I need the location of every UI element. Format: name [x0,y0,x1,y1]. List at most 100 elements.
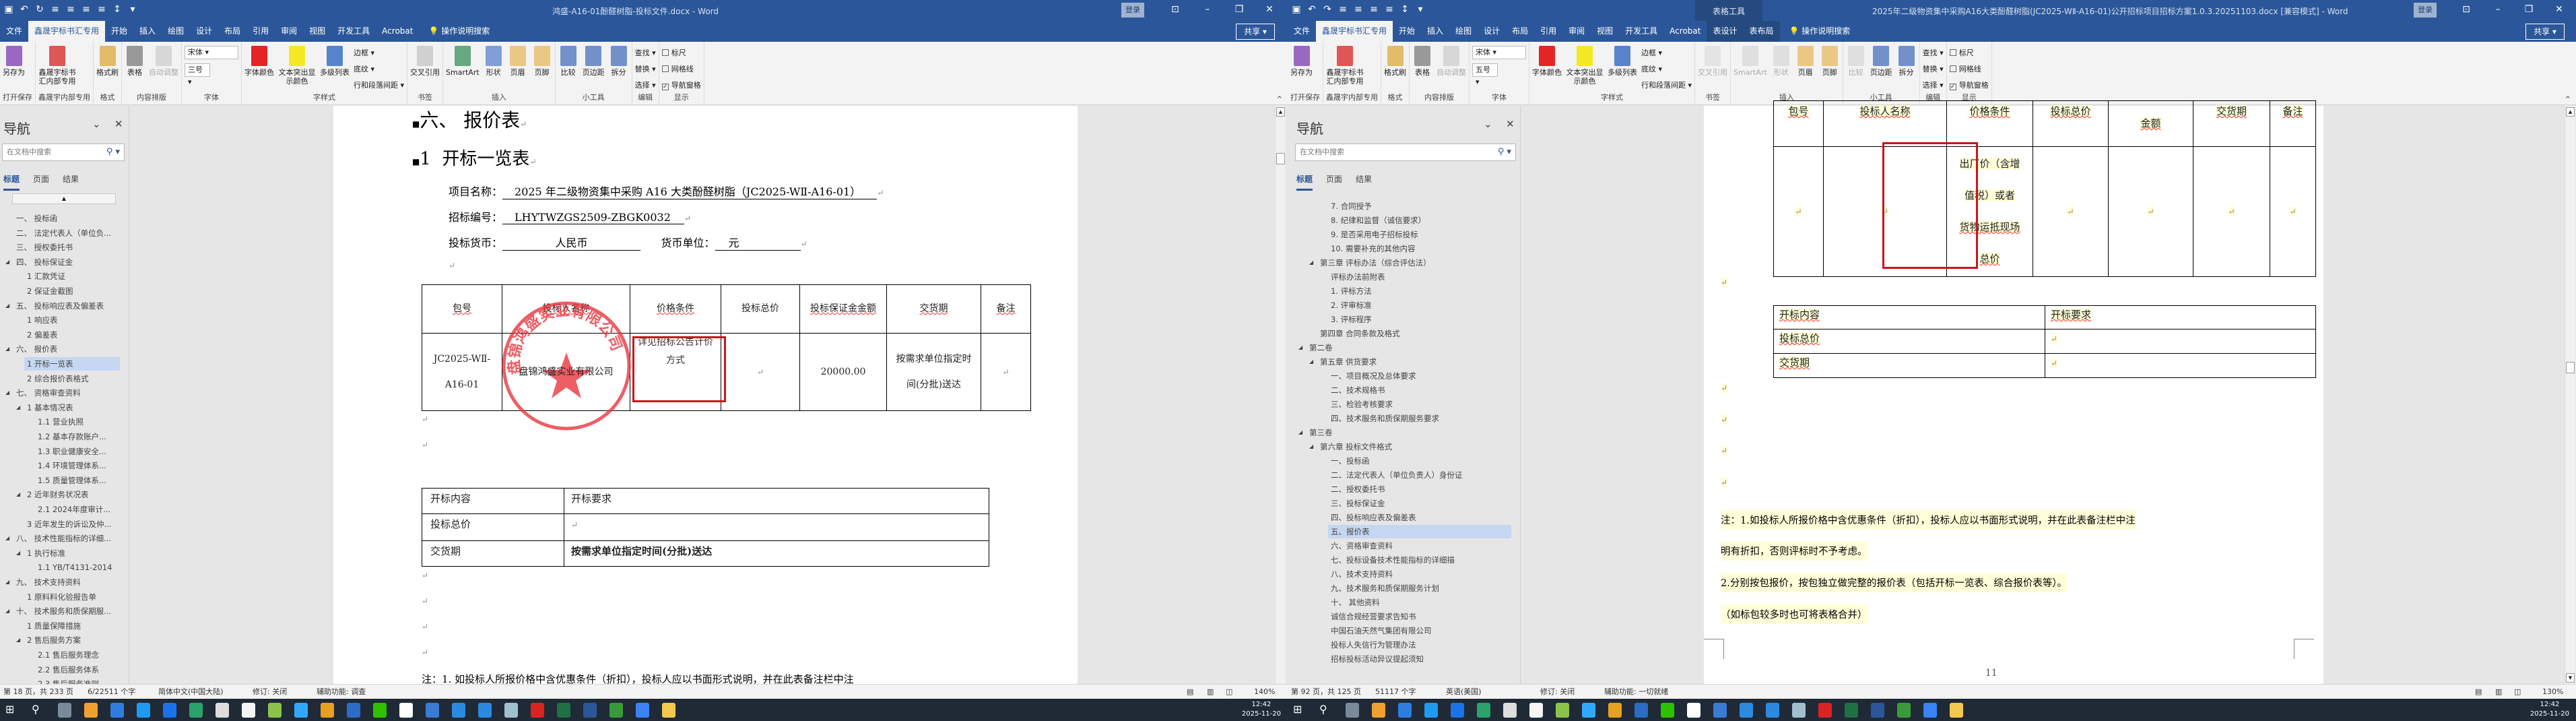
ribbon-button-0-0[interactable]: 另存为 [3,46,25,92]
acrobat-icon[interactable] [531,703,544,718]
app-search-icon[interactable] [452,703,465,718]
ribbon-button-8-2[interactable]: 拆分 [609,46,629,92]
app-glass-icon[interactable] [504,703,518,718]
ribbon-button-5-1[interactable]: 文本突出显示颜色 [278,46,316,92]
expand-triangle-icon[interactable]: ◢ [1298,344,1302,350]
wechat-icon[interactable] [1661,703,1674,718]
ribbon-button-5-2[interactable]: 多级列表 [320,46,350,92]
document-icon[interactable] [242,703,255,718]
app-orange-icon[interactable] [1372,703,1385,718]
nav-options-icon[interactable]: ⌄ [1484,118,1492,130]
align-icon[interactable]: ≡ [1369,4,1379,15]
save-icon[interactable]: ▣ [4,4,13,15]
nav-heading-item[interactable]: 十、 其他资料 [1328,596,1380,609]
nav-heading-item[interactable]: 二、 法定代表人（单位负... [13,226,111,240]
wechat-icon[interactable] [373,703,387,718]
checkbox-icon[interactable]: ✓ [661,84,669,90]
nav-search-input[interactable]: 在文档中搜索 ⚲ ▾ [2,144,125,161]
nav-heading-item[interactable]: 第三章 评标办法（综合评估法） [1317,256,1431,270]
nav-heading-item[interactable]: 四、投标响应表及偏差表 [1328,511,1416,524]
ribbon-button-7-2[interactable]: 页眉 [1795,46,1816,92]
redo-icon[interactable]: ↻ [35,4,44,15]
save-icon[interactable]: ▣ [1292,4,1301,15]
tab-6[interactable]: 布局 [218,21,246,42]
tab-context-0[interactable]: 表设计 [1707,21,1744,42]
nav-heading-item[interactable]: 第六章 投标文件格式 [1317,440,1392,453]
ribbon-small-button-2[interactable]: 行和段落间距 ▾ [1641,80,1692,90]
checkbox-icon[interactable] [1949,49,1956,56]
folder-icon[interactable] [662,703,675,718]
checkbox-1[interactable]: 网格线 [661,63,701,74]
tab-10[interactable]: 开发工具 [1619,21,1663,42]
tab-0[interactable]: 文件 [0,21,28,42]
app-circle-icon[interactable] [1451,703,1464,718]
align-icon[interactable]: ≡ [1385,4,1394,15]
nav-heading-item[interactable]: 1.2 基本存款账户... [35,430,106,443]
nav-heading-item[interactable]: 评标办法前附表 [1328,270,1385,284]
expand-triangle-icon[interactable]: ◢ [5,608,9,614]
nav-heading-item[interactable]: 2.1 2024年度审计... [35,503,110,516]
ribbon-button-5-2[interactable]: 多级列表 [1608,46,1637,92]
photoshop-icon[interactable] [1582,703,1595,718]
expand-triangle-icon[interactable]: ◢ [5,346,9,352]
app-green-icon[interactable] [189,703,203,718]
line-spacing-icon[interactable]: ↕ [112,4,122,15]
qq-icon[interactable] [399,703,413,718]
ribbon-small-button-2[interactable]: 选择 ▾ [1923,80,1944,90]
app-blue-icon[interactable] [1424,703,1438,718]
nav-heading-item[interactable]: 8. 纪律和监督（诚信要求） [1328,214,1426,227]
align-icon[interactable]: ≡ [1338,4,1348,15]
word-icon[interactable] [583,703,597,718]
tab-11[interactable]: Acrobat [1663,21,1707,42]
ribbon-button-7-3[interactable]: 页脚 [1820,46,1840,92]
share-button[interactable]: 共享 ▾ [1236,24,1275,40]
tab-3[interactable]: 插入 [1421,21,1449,42]
ribbon-button-2-0[interactable]: 格式刷 [1384,46,1406,92]
folder-icon[interactable] [1950,703,1963,718]
nav-heading-item[interactable]: 7. 合同授予 [1328,199,1372,213]
nav-tab-2[interactable]: 结果 [1356,173,1372,191]
line-spacing-icon[interactable]: ↕ [1400,4,1410,15]
nav-heading-item[interactable]: 3 近年发生的诉讼及仲... [24,518,111,531]
vertical-scrollbar[interactable]: ▲ ▼ [2565,106,2575,684]
document-page[interactable]: ■六、 报价表↵ ■1 开标一览表↵ 项目名称： 2025 年二级物资集中采购 A… [333,106,1078,685]
tab-2[interactable]: 开始 [105,21,133,42]
ribbon-button-8-1[interactable]: 页边距 [583,46,605,92]
excel-icon[interactable] [1845,703,1858,718]
nav-heading-item[interactable]: 八、 技术性能指标的详细... [13,532,111,545]
tab-11[interactable]: Acrobat [376,21,419,42]
nav-heading-item[interactable]: 二、技术规格书 [1328,383,1385,397]
nav-heading-item[interactable]: 1. 评标方法 [1328,284,1372,298]
nav-heading-item[interactable]: 2.2 售后服务体系 [35,663,99,677]
nav-heading-item[interactable]: 七、投标设备技术性能指标的详细描 [1328,553,1455,567]
nav-heading-item[interactable]: 六、资格审查资料 [1328,539,1393,553]
expand-triangle-icon[interactable]: ◢ [1309,358,1313,365]
expand-triangle-icon[interactable]: ◢ [5,389,9,396]
expand-triangle-icon[interactable]: ◢ [16,550,20,556]
ribbon-button-8-1[interactable]: 页边距 [1870,46,1892,92]
align-icon[interactable]: ≡ [51,4,60,15]
word-icon[interactable] [1871,703,1884,718]
expand-triangle-icon[interactable]: ◢ [1309,259,1313,265]
minimize-icon[interactable]: – [1201,4,1214,15]
minimize-icon[interactable]: – [2491,4,2505,15]
ribbon-button-7-1[interactable]: 形状 [484,46,504,92]
scroll-thumb[interactable] [2566,362,2575,373]
taskbar-clock[interactable]: 12:42 2025-11-20 [2530,700,2569,719]
nav-heading-item[interactable]: 10. 需要补充的其他内容 [1328,242,1415,255]
nav-heading-item[interactable]: 1 汇款凭证 [24,270,65,283]
checkbox-icon[interactable] [661,65,669,72]
nav-heading-item[interactable]: 第五章 供货要求 [1317,355,1377,369]
nav-heading-item[interactable]: 七、 资格审查资料 [13,386,81,400]
undo-icon[interactable]: ↶ [1307,4,1317,15]
document-icon[interactable] [1529,703,1543,718]
nav-heading-item[interactable]: 招标投标活动异议提起须知 [1328,652,1424,666]
font-size-select[interactable]: 五号 ▾ [1472,63,1498,86]
nav-heading-item[interactable]: 1.5 质量管理体系... [35,474,106,487]
nav-close-icon[interactable]: ✕ [1506,118,1515,130]
checkbox-icon[interactable] [661,49,669,56]
redo-icon[interactable]: ↷ [1323,4,1332,15]
tab-6[interactable]: 布局 [1506,21,1534,42]
align-icon[interactable]: ≡ [97,4,106,15]
app-dots-icon[interactable] [110,703,124,718]
